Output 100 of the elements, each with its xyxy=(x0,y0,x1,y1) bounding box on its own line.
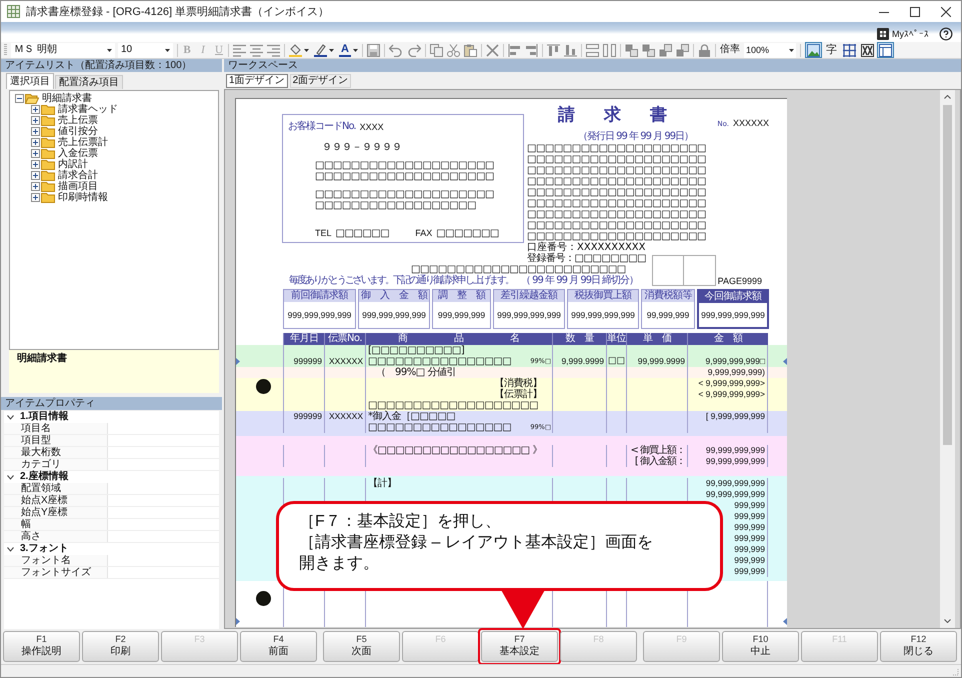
caret-icon xyxy=(353,48,358,52)
summary-header: 今回御請求額 xyxy=(699,291,767,303)
tree-item[interactable]: 請求書ヘッド xyxy=(58,104,118,115)
maximize-icon[interactable] xyxy=(910,6,920,16)
tree-item[interactable]: 請求合計 xyxy=(58,170,98,181)
table-cell: 999,999 xyxy=(734,555,765,566)
align-right-edges-icon[interactable] xyxy=(525,44,538,56)
chevron-down-icon[interactable] xyxy=(7,474,14,480)
equal-width-icon[interactable] xyxy=(586,44,599,56)
myspace-button[interactable]: Myｽﾍﾟｰｽ xyxy=(877,28,929,40)
font-size-dropdown[interactable]: 10 xyxy=(118,42,173,58)
equal-height-icon[interactable] xyxy=(603,44,616,56)
folder-icon xyxy=(41,104,55,115)
close-icon[interactable] xyxy=(941,6,951,16)
table-cell: < 9,999,999,999> xyxy=(698,378,765,389)
copy-icon[interactable] xyxy=(430,44,443,56)
tree-item[interactable]: 明細請求書 xyxy=(42,93,92,104)
function-key[interactable]: F12 閉じる xyxy=(880,631,957,662)
layers-icon[interactable] xyxy=(676,44,689,56)
layers-icon[interactable] xyxy=(659,44,672,56)
tree-item[interactable]: 値引按分 xyxy=(58,126,98,137)
function-key[interactable]: F1 操作説明 xyxy=(3,631,80,662)
expand-icon[interactable] xyxy=(31,127,40,136)
folder-icon xyxy=(41,159,55,170)
toolbar-grip-icon xyxy=(4,44,7,56)
help-icon[interactable] xyxy=(939,27,953,41)
fax-label: FAX xyxy=(415,228,432,239)
summary-value: 999,999,999 xyxy=(438,310,486,320)
scrollbar-thumb[interactable] xyxy=(943,105,952,445)
align-center-icon[interactable] xyxy=(250,44,263,56)
layers-icon[interactable] xyxy=(642,44,655,56)
expand-icon[interactable] xyxy=(31,105,40,114)
issuer-line: □□□□□□□□□□□□□□□□□□□□ xyxy=(527,220,706,231)
view-toggle-button[interactable]: 字 xyxy=(823,42,840,58)
stamp-box xyxy=(652,255,716,286)
greeting-text: 毎度ありがとうございます。下記の通り御請求申し上げます。 xyxy=(289,275,513,287)
view-toggle-button[interactable] xyxy=(805,42,822,58)
tree-item[interactable]: 描画項目 xyxy=(58,181,98,192)
view-toggle-button[interactable] xyxy=(877,42,894,58)
window-title: 請求書座標登録 - [ORG-4126] 単票明細請求書（インボイス） xyxy=(26,4,330,18)
table-cell: 99,999.9999 xyxy=(638,356,685,367)
expand-icon[interactable] xyxy=(31,116,40,125)
row-marker-icon xyxy=(236,618,240,625)
property-name: 項目名 xyxy=(21,423,51,434)
chevron-down-icon[interactable] xyxy=(7,546,14,552)
align-left-icon[interactable] xyxy=(233,44,246,56)
chevron-up-icon[interactable] xyxy=(944,95,951,99)
panel-tab[interactable]: 選択項目 xyxy=(6,73,54,89)
property-name: 最大桁数 xyxy=(21,447,61,458)
view-toggle-button[interactable] xyxy=(859,42,876,58)
redo-icon[interactable] xyxy=(408,44,421,56)
align-left-edges-icon[interactable] xyxy=(508,44,521,56)
function-key[interactable]: F7 基本設定 xyxy=(481,631,558,662)
tree-item[interactable]: 入金伝票 xyxy=(58,148,98,159)
chevron-down-icon[interactable] xyxy=(944,619,951,623)
summary-value: 999,999,999,999 xyxy=(701,310,765,320)
collapse-icon[interactable] xyxy=(15,94,24,103)
issuer-line: □□□□□□□□□□□□□□□□□□□□ xyxy=(527,154,706,165)
expand-icon[interactable] xyxy=(31,193,40,202)
cross-icon[interactable] xyxy=(486,44,499,56)
function-key[interactable]: F5 次面 xyxy=(323,631,400,662)
tree-item[interactable]: 印刷時情報 xyxy=(58,192,108,203)
layers-icon[interactable] xyxy=(625,44,638,56)
expand-icon[interactable] xyxy=(31,160,40,169)
function-key[interactable]: F2 印刷 xyxy=(82,631,159,662)
account-number: 口座番号：XXXXXXXXXX xyxy=(527,242,646,253)
folder-icon xyxy=(41,126,55,137)
lock-icon[interactable] xyxy=(698,44,711,56)
expand-icon[interactable] xyxy=(31,138,40,147)
paint-bucket-icon[interactable] xyxy=(289,44,302,56)
view-toggle-button[interactable] xyxy=(841,42,858,58)
address-line: □□□□□□□□□□□□□□□□□□□□ xyxy=(315,189,494,200)
crossed-box-icon xyxy=(861,44,874,56)
design-tab[interactable]: 1面デザイン xyxy=(226,74,288,88)
undo-icon[interactable] xyxy=(389,44,402,56)
chevron-down-icon[interactable] xyxy=(7,414,14,420)
clipboard-icon[interactable] xyxy=(464,44,477,56)
caret-icon xyxy=(329,48,334,52)
function-key[interactable]: F4 前面 xyxy=(240,631,317,662)
tree-item[interactable]: 内訳計 xyxy=(58,159,88,170)
summary-header: 前回御請求額 xyxy=(284,290,355,302)
zoom-dropdown[interactable]: 100% xyxy=(744,42,796,58)
font-dropdown[interactable]: ＭＳ 明朝 xyxy=(11,42,115,58)
scissors-icon[interactable] xyxy=(447,44,460,56)
align-right-icon[interactable] xyxy=(267,44,280,56)
table-cell: 【計】 xyxy=(368,478,396,489)
pen-icon[interactable] xyxy=(314,44,327,56)
expand-icon[interactable] xyxy=(31,171,40,180)
expand-icon[interactable] xyxy=(31,149,40,158)
table-cell: 999999 xyxy=(294,356,322,367)
function-key[interactable]: F10 中止 xyxy=(722,631,799,662)
table-cell: 9,999.9999 xyxy=(561,356,604,367)
tree-item[interactable]: 売上伝票計 xyxy=(58,137,108,148)
tree-item[interactable]: 売上伝票 xyxy=(58,115,98,126)
align-bottom-edges-icon[interactable] xyxy=(564,44,577,56)
expand-icon[interactable] xyxy=(31,182,40,191)
panel-tab[interactable]: 配置済み項目 xyxy=(55,75,123,89)
align-top-edges-icon[interactable] xyxy=(547,44,560,56)
font-color-button[interactable]: A xyxy=(339,44,351,56)
design-tab[interactable]: 2面デザイン xyxy=(290,74,352,88)
